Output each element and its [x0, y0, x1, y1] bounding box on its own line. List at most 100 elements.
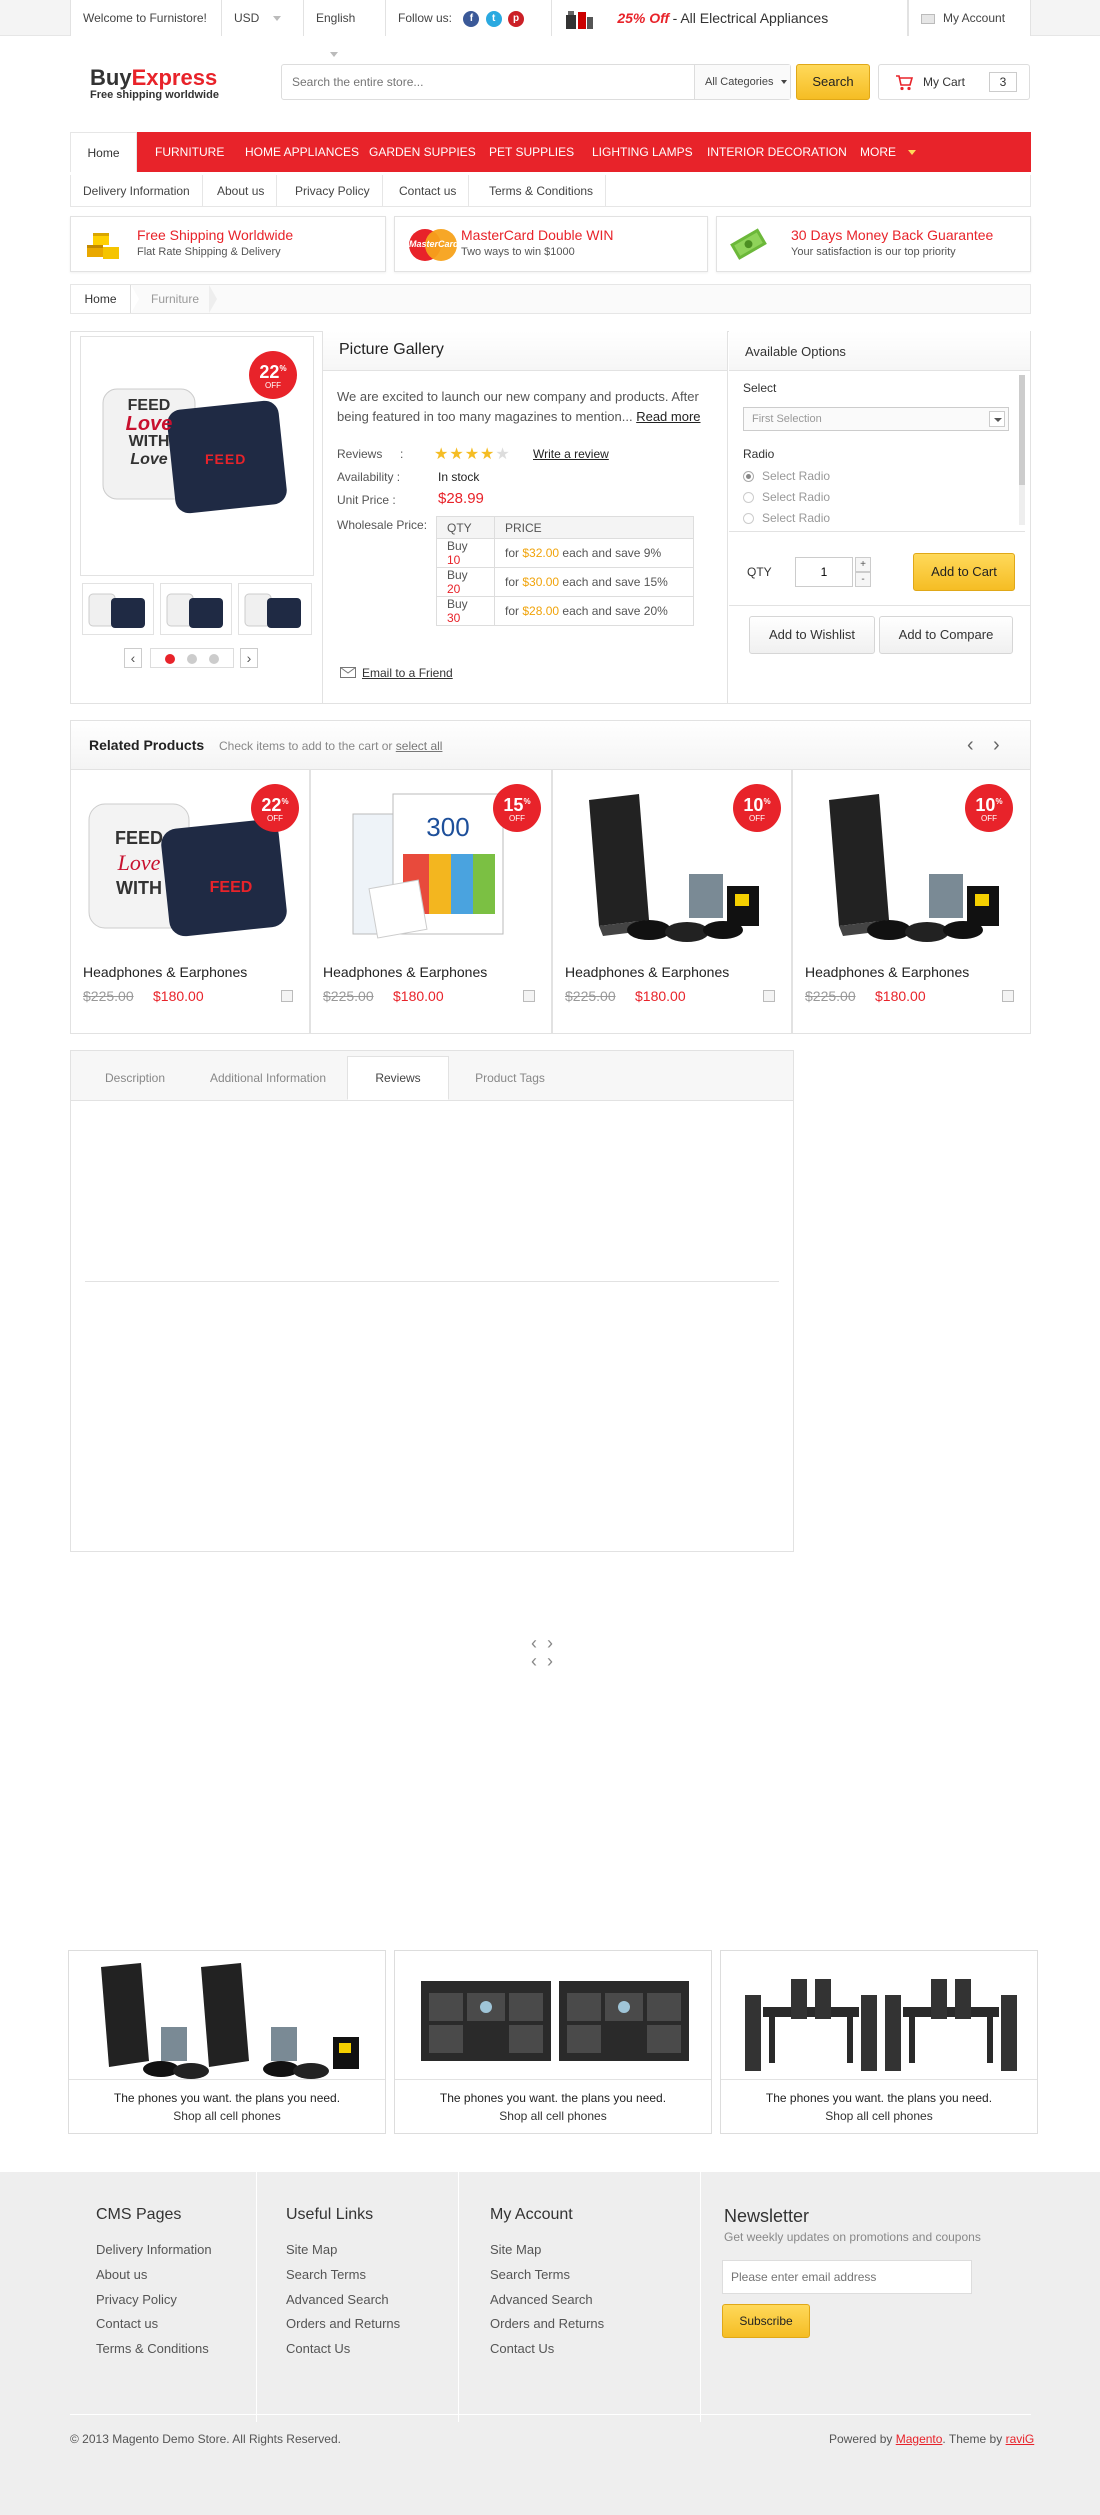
- promo-free-shipping[interactable]: Free Shipping Worldwide Flat Rate Shippi…: [70, 216, 386, 272]
- tab-product-tags[interactable]: Product Tags: [460, 1057, 560, 1099]
- my-account-link[interactable]: My Account: [908, 0, 1031, 36]
- add-to-wishlist-button[interactable]: Add to Wishlist: [749, 616, 875, 654]
- promo-banner[interactable]: 25% Off - All Electrical Appliances: [552, 0, 908, 36]
- nav-item-lighting-lamps[interactable]: LIGHTING LAMPS: [592, 132, 693, 172]
- category-select[interactable]: All Categories: [694, 65, 790, 99]
- thumbnail[interactable]: [160, 583, 232, 635]
- chevron-left-icon[interactable]: ‹: [531, 1633, 537, 1653]
- read-more-link[interactable]: Read more: [636, 409, 700, 424]
- subnav-about-us[interactable]: About us: [205, 175, 278, 207]
- footer-link[interactable]: About us: [96, 2267, 147, 2282]
- chevron-left-icon[interactable]: ‹: [531, 1651, 537, 1671]
- add-to-cart-checkbox[interactable]: [281, 990, 293, 1002]
- banner-link[interactable]: Shop all cell phones: [69, 2109, 385, 2123]
- footer-link[interactable]: Search Terms: [286, 2267, 366, 2282]
- add-to-cart-checkbox[interactable]: [1002, 990, 1014, 1002]
- tab-additional-information[interactable]: Additional Information: [196, 1057, 340, 1099]
- subnav-delivery-information[interactable]: Delivery Information: [71, 175, 203, 207]
- options-scrollbar[interactable]: [1019, 375, 1025, 525]
- search-button[interactable]: Search: [796, 64, 870, 100]
- promo-banner-card[interactable]: The phones you want. the plans you need.…: [394, 1950, 712, 2134]
- currency-dropdown[interactable]: USD: [222, 0, 304, 36]
- banner-link[interactable]: Shop all cell phones: [395, 2109, 711, 2123]
- footer-link[interactable]: Orders and Returns: [490, 2316, 604, 2331]
- language-dropdown[interactable]: English: [304, 0, 386, 58]
- gallery-dot[interactable]: [209, 654, 219, 664]
- product-name[interactable]: Headphones & Earphones: [323, 964, 487, 980]
- nav-home[interactable]: Home: [70, 132, 137, 172]
- search-input[interactable]: [290, 70, 690, 94]
- qty-increase-icon[interactable]: +: [855, 557, 871, 572]
- nav-item-garden-supplies[interactable]: GARDEN SUPPIES: [369, 132, 476, 172]
- related-product-card[interactable]: 300 15% OFF Headphones & Earphones $225.0…: [310, 770, 552, 1034]
- footer-link[interactable]: Privacy Policy: [96, 2292, 177, 2307]
- write-review-link[interactable]: Write a review: [533, 447, 609, 461]
- gallery-dot[interactable]: [187, 654, 197, 664]
- promo-money-back[interactable]: 30 Days Money Back Guarantee Your satisf…: [716, 216, 1031, 272]
- gallery-dot-active[interactable]: [165, 654, 175, 664]
- add-to-cart-button[interactable]: Add to Cart: [913, 553, 1015, 591]
- qty-decrease-icon[interactable]: -: [855, 572, 871, 587]
- option-select[interactable]: First Selection: [743, 407, 1009, 431]
- promo-mastercard[interactable]: MasterCard MasterCard Double WIN Two way…: [394, 216, 708, 272]
- chevron-right-icon[interactable]: ›: [547, 1651, 553, 1671]
- cart-widget[interactable]: My Cart 3: [878, 64, 1030, 100]
- thumbnail[interactable]: [238, 583, 312, 635]
- nav-item-home-appliances[interactable]: HOME APPLIANCES: [245, 132, 359, 172]
- product-name[interactable]: Headphones & Earphones: [83, 964, 247, 980]
- product-name[interactable]: Headphones & Earphones: [565, 964, 729, 980]
- footer-link[interactable]: Terms & Conditions: [96, 2341, 209, 2356]
- related-product-card[interactable]: 10% OFF Headphones & Earphones $225.00 $1…: [552, 770, 792, 1034]
- thumbnail[interactable]: [82, 583, 154, 635]
- pinterest-icon[interactable]: p: [508, 10, 525, 27]
- footer-link[interactable]: Advanced Search: [286, 2292, 389, 2307]
- footer-link[interactable]: Contact Us: [490, 2341, 554, 2356]
- add-to-cart-checkbox[interactable]: [763, 990, 775, 1002]
- footer-link[interactable]: Orders and Returns: [286, 2316, 400, 2331]
- footer-link[interactable]: Contact us: [96, 2316, 158, 2331]
- add-to-cart-checkbox[interactable]: [523, 990, 535, 1002]
- subnav-terms[interactable]: Terms & Conditions: [477, 175, 607, 207]
- chevron-right-icon[interactable]: ›: [547, 1633, 553, 1653]
- subnav-contact-us[interactable]: Contact us: [387, 175, 470, 207]
- twitter-icon[interactable]: t: [485, 10, 502, 27]
- radio-option[interactable]: Select Radio: [743, 469, 830, 483]
- logo[interactable]: BuyExpress Free shipping worldwide: [90, 65, 219, 101]
- gallery-prev-button[interactable]: ‹: [124, 648, 142, 668]
- qty-input[interactable]: [795, 557, 853, 587]
- product-main-image[interactable]: FEED Love WITH Love FEED 22% OFF: [80, 336, 314, 576]
- product-name[interactable]: Headphones & Earphones: [805, 964, 969, 980]
- chevron-left-icon[interactable]: ‹: [967, 734, 974, 757]
- footer-link[interactable]: Advanced Search: [490, 2292, 593, 2307]
- theme-author-link[interactable]: raviG: [1006, 2432, 1035, 2446]
- magento-link[interactable]: Magento: [896, 2432, 943, 2446]
- email-friend-link[interactable]: Email to a Friend: [340, 665, 453, 681]
- add-to-compare-button[interactable]: Add to Compare: [879, 616, 1013, 654]
- gallery-next-button[interactable]: ›: [240, 648, 258, 668]
- chevron-right-icon[interactable]: ›: [993, 734, 1000, 757]
- breadcrumb-home[interactable]: Home: [71, 285, 131, 313]
- nav-item-interior-decoration[interactable]: INTERIOR DECORATION: [707, 132, 847, 172]
- nav-item-furniture[interactable]: FURNITURE: [155, 132, 224, 172]
- select-all-link[interactable]: select all: [396, 739, 443, 753]
- related-product-card[interactable]: FEED Love WITH FEED 22% OFF Headphones & …: [70, 770, 310, 1034]
- subscribe-button[interactable]: Subscribe: [722, 2304, 810, 2338]
- footer-link[interactable]: Search Terms: [490, 2267, 570, 2282]
- radio-option[interactable]: Select Radio: [743, 511, 830, 525]
- radio-option[interactable]: Select Radio: [743, 490, 830, 504]
- related-product-card[interactable]: 10% OFF Headphones & Earphones $225.00 $1…: [792, 770, 1031, 1034]
- banner-link[interactable]: Shop all cell phones: [721, 2109, 1037, 2123]
- newsletter-email-input[interactable]: [722, 2260, 972, 2294]
- subnav-privacy-policy[interactable]: Privacy Policy: [283, 175, 383, 207]
- promo-banner-card[interactable]: The phones you want. the plans you need.…: [720, 1950, 1038, 2134]
- promo-banner-card[interactable]: The phones you want. the plans you need.…: [68, 1950, 386, 2134]
- footer-link[interactable]: Site Map: [286, 2242, 337, 2257]
- nav-item-more[interactable]: MORE: [860, 132, 916, 172]
- facebook-icon[interactable]: f: [463, 10, 480, 27]
- footer-link[interactable]: Site Map: [490, 2242, 541, 2257]
- tab-reviews[interactable]: Reviews: [347, 1056, 449, 1100]
- nav-item-pet-supplies[interactable]: PET SUPPLIES: [489, 132, 574, 172]
- footer-link[interactable]: Contact Us: [286, 2341, 350, 2356]
- tab-description[interactable]: Description: [90, 1057, 180, 1099]
- footer-link[interactable]: Delivery Information: [96, 2242, 212, 2257]
